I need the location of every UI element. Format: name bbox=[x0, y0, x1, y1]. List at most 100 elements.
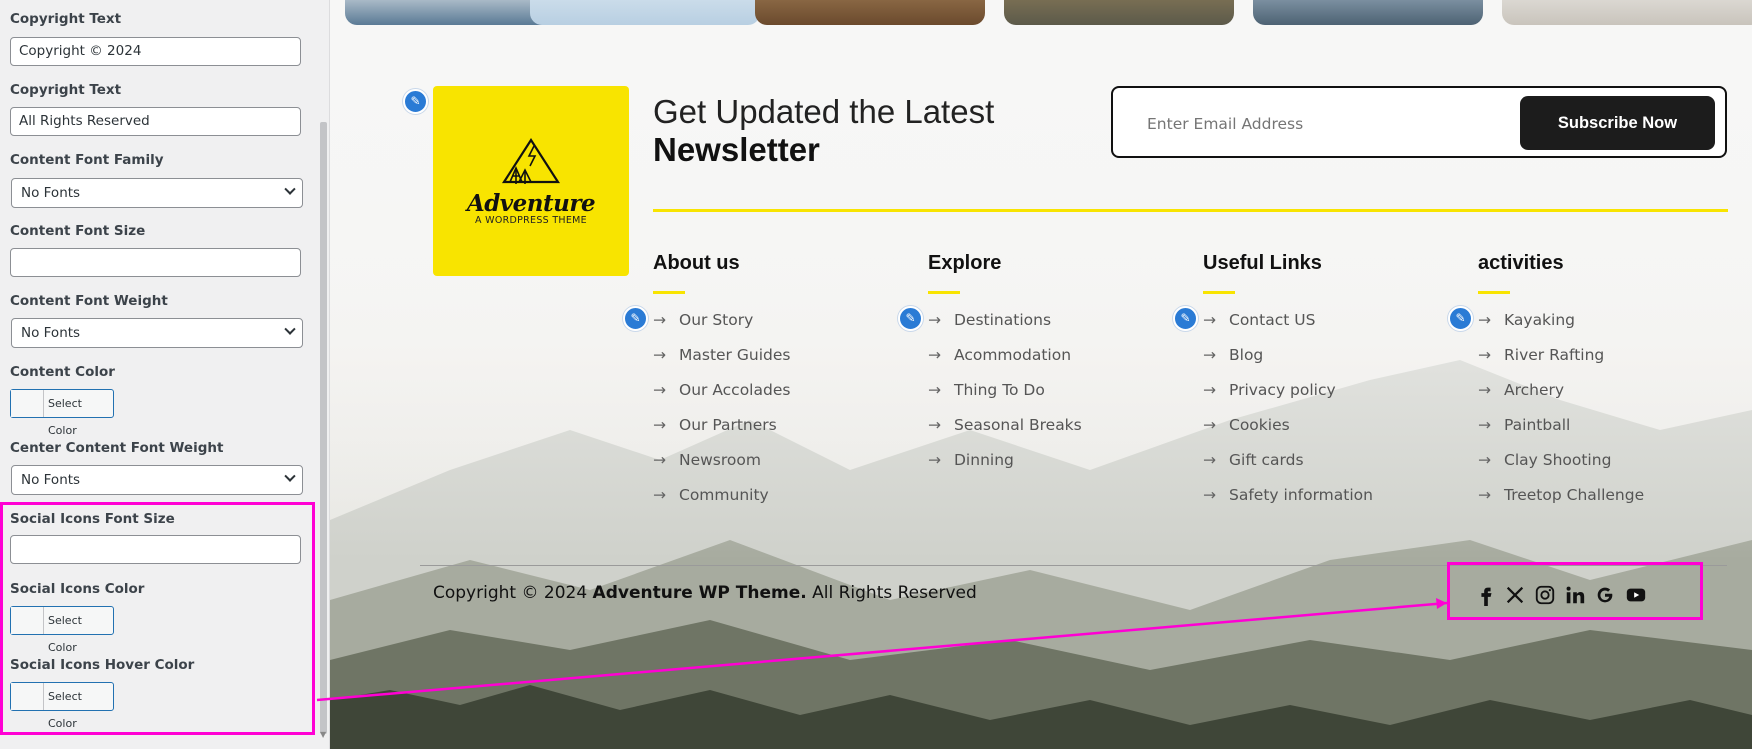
link-list: → Kayaking → River Rafting → Archery → Paint… bbox=[1478, 308, 1738, 518]
list-item[interactable]: → Thing To Do bbox=[928, 378, 1188, 413]
edit-pencil-icon[interactable] bbox=[403, 89, 428, 114]
link-label: Clay Shooting bbox=[1504, 451, 1612, 469]
column-title: activities bbox=[1478, 252, 1564, 274]
content-font-size-input[interactable] bbox=[10, 248, 301, 277]
column-title: About us bbox=[653, 252, 740, 274]
link-label: Newsroom bbox=[679, 451, 761, 469]
list-item[interactable]: → Our Story bbox=[653, 308, 913, 343]
arrow-right-icon: → bbox=[653, 486, 666, 504]
newsletter-form: Subscribe Now bbox=[1111, 86, 1727, 158]
list-item[interactable]: → Dinning bbox=[928, 448, 1188, 483]
list-item[interactable]: → Paintball bbox=[1478, 413, 1738, 448]
link-label: Destinations bbox=[954, 311, 1052, 329]
edit-pencil-icon[interactable] bbox=[623, 306, 648, 331]
link-label: Kayaking bbox=[1504, 311, 1576, 329]
center-content-font-weight-select[interactable]: No Fonts bbox=[11, 465, 303, 495]
copyright-text-input[interactable]: Copyright © 2024 bbox=[10, 37, 301, 66]
list-item[interactable]: → Kayaking bbox=[1478, 308, 1738, 343]
link-label: Acommodation bbox=[954, 346, 1072, 364]
content-font-weight-select[interactable]: No Fonts bbox=[11, 318, 303, 348]
arrow-right-icon: → bbox=[653, 451, 666, 469]
edit-pencil-icon[interactable] bbox=[898, 306, 923, 331]
chevron-down-icon bbox=[284, 470, 296, 482]
center-content-font-weight-value: No Fonts bbox=[21, 472, 81, 488]
arrow-right-icon: → bbox=[653, 381, 666, 399]
gallery-thumb-sailing[interactable] bbox=[1253, 0, 1483, 25]
field-label-content-font-family: Content Font Family bbox=[10, 152, 164, 168]
arrow-right-icon: → bbox=[1203, 451, 1216, 469]
copyright-rights-input[interactable]: All Rights Reserved bbox=[10, 107, 301, 136]
list-item[interactable]: → Gift cards bbox=[1203, 448, 1463, 483]
edit-pencil-icon[interactable] bbox=[1173, 306, 1198, 331]
arrow-right-icon: → bbox=[928, 311, 941, 329]
footer-column-about: About us → Our Story → Master Guides → Our … bbox=[653, 252, 790, 504]
list-item[interactable]: → Master Guides bbox=[653, 343, 913, 378]
column-title-underline bbox=[1203, 291, 1235, 294]
field-label-copyright-text-2: Copyright Text bbox=[10, 82, 122, 98]
copyright-text: Copyright © 2024 Adventure WP Theme. All… bbox=[433, 583, 977, 603]
sidebar-scrollbar-thumb[interactable] bbox=[320, 122, 327, 734]
content-font-family-select[interactable]: No Fonts bbox=[11, 178, 303, 208]
edit-pencil-icon[interactable] bbox=[1448, 306, 1473, 331]
newsletter-heading-line2: Newsletter bbox=[653, 131, 820, 168]
list-item[interactable]: → Safety information bbox=[1203, 483, 1463, 518]
arrow-right-icon: → bbox=[928, 451, 941, 469]
list-item[interactable]: → Archery bbox=[1478, 378, 1738, 413]
list-item[interactable]: → Cookies bbox=[1203, 413, 1463, 448]
subscribe-button[interactable]: Subscribe Now bbox=[1520, 96, 1715, 150]
list-item[interactable]: → Seasonal Breaks bbox=[928, 413, 1188, 448]
arrow-right-icon: → bbox=[928, 416, 941, 434]
arrow-right-icon: → bbox=[1203, 416, 1216, 434]
gallery-thumb-snow[interactable] bbox=[530, 0, 760, 25]
field-label-content-font-weight: Content Font Weight bbox=[10, 293, 168, 309]
arrow-right-icon: → bbox=[1478, 416, 1491, 434]
copyright-prefix: Copyright © 2024 bbox=[433, 583, 588, 603]
site-logo[interactable]: Adventure A WORDPRESS THEME bbox=[433, 86, 629, 276]
arrow-right-icon: → bbox=[653, 311, 666, 329]
customizer-sidebar: Copyright Text Copyright © 2024 Copyrigh… bbox=[0, 0, 330, 749]
content-color-button[interactable]: Select Color bbox=[10, 389, 114, 437]
email-input[interactable] bbox=[1145, 114, 1509, 134]
arrow-right-icon: → bbox=[928, 381, 941, 399]
field-label-copyright-text: Copyright Text bbox=[10, 11, 122, 27]
color-swatch bbox=[11, 390, 44, 417]
column-title: Explore bbox=[928, 252, 1002, 274]
link-label: Gift cards bbox=[1229, 451, 1304, 469]
list-item[interactable]: → Destinations bbox=[928, 308, 1188, 343]
link-label: Our Story bbox=[679, 311, 754, 329]
newsletter-heading-line1: Get Updated the Latest bbox=[653, 93, 995, 130]
arrow-right-icon: → bbox=[1478, 381, 1491, 399]
logo-title: Adventure bbox=[466, 190, 596, 217]
link-label: Safety information bbox=[1229, 486, 1373, 504]
list-item[interactable]: → Newsroom bbox=[653, 448, 913, 483]
arrow-right-icon: → bbox=[1478, 311, 1491, 329]
link-label: Thing To Do bbox=[954, 381, 1045, 399]
list-item[interactable]: → Contact US bbox=[1203, 308, 1463, 343]
list-item[interactable]: → Privacy policy bbox=[1203, 378, 1463, 413]
link-label: Archery bbox=[1504, 381, 1565, 399]
list-item[interactable]: → Clay Shooting bbox=[1478, 448, 1738, 483]
column-title-underline bbox=[928, 291, 960, 294]
gallery-thumb-running[interactable] bbox=[1502, 0, 1752, 25]
gallery-thumb-desert[interactable] bbox=[755, 0, 985, 25]
link-label: Our Partners bbox=[679, 416, 777, 434]
site-preview: Adventure A WORDPRESS THEME Get Updated … bbox=[330, 0, 1752, 749]
gallery-thumb-bike[interactable] bbox=[1004, 0, 1234, 25]
link-label: Privacy policy bbox=[1229, 381, 1336, 399]
column-title: Useful Links bbox=[1203, 252, 1322, 274]
footer-column-explore: Explore → Destinations → Acommodation → Thi… bbox=[928, 252, 1082, 469]
arrow-right-icon: → bbox=[1478, 451, 1491, 469]
list-item[interactable]: → Treetop Challenge bbox=[1478, 483, 1738, 518]
list-item[interactable]: → Our Partners bbox=[653, 413, 913, 448]
scroll-down-arrow-icon[interactable]: ▼ bbox=[320, 730, 326, 739]
list-item[interactable]: → Blog bbox=[1203, 343, 1463, 378]
link-label: Contact US bbox=[1229, 311, 1316, 329]
link-list: → Our Story → Master Guides → Our Accolades… bbox=[653, 308, 913, 518]
arrow-right-icon: → bbox=[928, 346, 941, 364]
list-item[interactable]: → Acommodation bbox=[928, 343, 1188, 378]
list-item[interactable]: → Community bbox=[653, 483, 913, 518]
list-item[interactable]: → Our Accolades bbox=[653, 378, 913, 413]
content-font-weight-value: No Fonts bbox=[21, 325, 81, 341]
list-item[interactable]: → River Rafting bbox=[1478, 343, 1738, 378]
footer-column-activities: activities → Kayaking → River Rafting → Arc… bbox=[1478, 252, 1644, 504]
